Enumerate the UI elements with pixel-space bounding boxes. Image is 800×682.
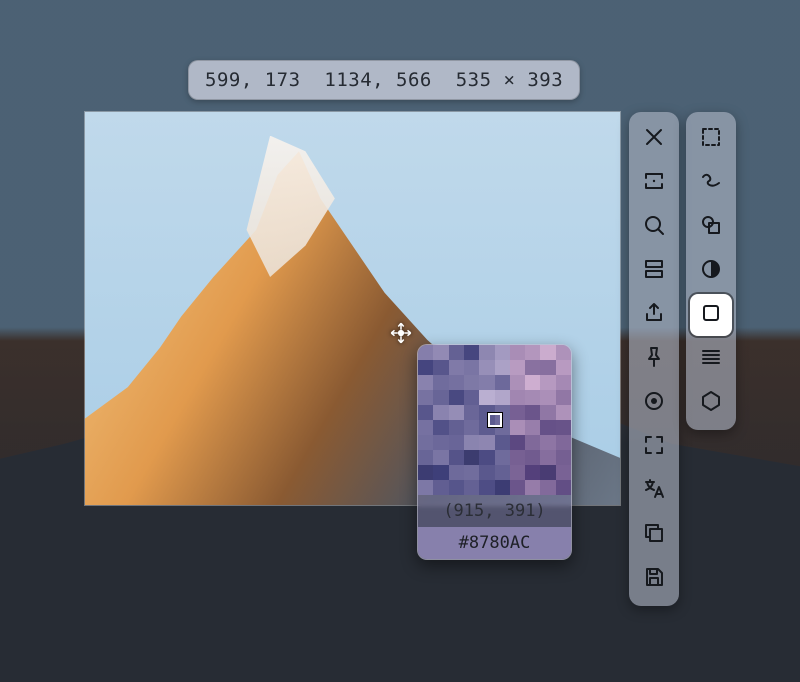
save-icon	[642, 565, 666, 593]
magnifier-center-icon	[488, 413, 502, 427]
close-icon	[642, 125, 666, 153]
copy-icon	[642, 521, 666, 549]
translate-icon	[642, 477, 666, 505]
align-justify-icon	[699, 345, 723, 373]
magnifier-color-hex: #8780AC	[418, 527, 571, 559]
frame-button[interactable]	[633, 162, 675, 204]
hexagon-button[interactable]	[690, 382, 732, 424]
record-icon	[642, 389, 666, 417]
magnifier-coordinates: (915, 391)	[418, 495, 571, 527]
main-toolbar	[629, 112, 679, 606]
zoom-button[interactable]	[633, 206, 675, 248]
shapes-button[interactable]	[690, 206, 732, 248]
marquee-button[interactable]	[690, 118, 732, 160]
pin-icon	[642, 345, 666, 373]
close-button[interactable]	[633, 118, 675, 160]
fullscreen-button[interactable]	[633, 426, 675, 468]
zoom-icon	[642, 213, 666, 241]
fullscreen-icon	[642, 433, 666, 461]
move-cursor-icon	[388, 320, 414, 346]
save-button[interactable]	[633, 558, 675, 600]
export-icon	[642, 301, 666, 329]
contrast-icon	[699, 257, 723, 285]
pin-button[interactable]	[633, 338, 675, 380]
contrast-button[interactable]	[690, 250, 732, 292]
shape-toolbar	[686, 112, 736, 430]
copy-button[interactable]	[633, 514, 675, 556]
rectangle-icon	[699, 301, 723, 329]
translate-button[interactable]	[633, 470, 675, 512]
magnifier-pixels	[418, 345, 571, 495]
split-h-button[interactable]	[633, 250, 675, 292]
shapes-icon	[699, 213, 723, 241]
marquee-icon	[699, 125, 723, 153]
freehand-icon	[699, 169, 723, 197]
selection-coordinates: 599, 173 1134, 566 535 × 393	[188, 60, 580, 100]
split-h-icon	[642, 257, 666, 285]
align-justify-button[interactable]	[690, 338, 732, 380]
record-button[interactable]	[633, 382, 675, 424]
freehand-button[interactable]	[690, 162, 732, 204]
rectangle-button[interactable]	[690, 294, 732, 336]
frame-icon	[642, 169, 666, 197]
hexagon-icon	[699, 389, 723, 417]
color-magnifier[interactable]: (915, 391) #8780AC	[417, 344, 572, 560]
export-button[interactable]	[633, 294, 675, 336]
